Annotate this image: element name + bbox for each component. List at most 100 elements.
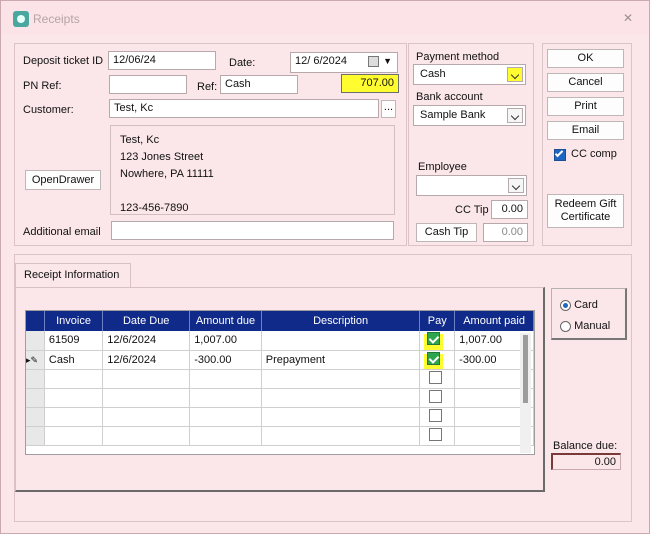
open-drawer-button[interactable]: OpenDrawer [25, 170, 101, 190]
amount-due-cell[interactable] [189, 426, 262, 446]
invoice-cell[interactable] [44, 426, 104, 446]
cc-comp-label: CC comp [571, 148, 617, 160]
row-indicator [26, 388, 45, 408]
pay-checkbox[interactable] [429, 389, 443, 403]
customer-lookup-button[interactable]: ... [381, 100, 396, 118]
address-line: Nowhere, PA 11111 [120, 168, 214, 180]
amount-due-cell[interactable]: -300.00 [189, 350, 262, 370]
payment-method-select[interactable]: Cash [413, 64, 526, 85]
amount-due-cell[interactable] [189, 369, 262, 389]
description-cell[interactable] [261, 369, 421, 389]
chevron-down-icon[interactable]: ▼ [383, 56, 392, 66]
edit-pencil-icon: ▸✎ [26, 354, 39, 365]
pay-cell[interactable] [419, 369, 456, 389]
table-row[interactable]: 61509 12/6/2024 1,007.00 1,007.00 [26, 331, 534, 351]
deposit-ticket-input[interactable]: 12/06/24 [108, 51, 216, 70]
date-due-cell[interactable]: 12/6/2024 [102, 331, 191, 351]
calendar-icon[interactable] [368, 56, 379, 67]
cc-tip-input[interactable]: 0.00 [491, 200, 528, 219]
pay-cell[interactable] [419, 426, 456, 446]
ok-button[interactable]: OK [547, 49, 624, 68]
vertical-scrollbar[interactable] [520, 333, 531, 453]
column-header[interactable]: Pay [419, 311, 456, 331]
date-due-cell[interactable] [102, 388, 191, 408]
description-cell[interactable] [261, 407, 421, 427]
amount-due-cell[interactable]: 1,007.00 [189, 331, 262, 351]
date-due-cell[interactable]: 12/6/2024 [102, 350, 191, 370]
invoice-cell[interactable]: 61509 [44, 331, 104, 351]
employee-select[interactable] [416, 175, 527, 196]
print-button[interactable]: Print [547, 97, 624, 116]
cancel-button[interactable]: Cancel [547, 73, 624, 92]
row-indicator: ▸✎ [26, 350, 45, 370]
description-cell[interactable] [261, 388, 421, 408]
date-due-cell[interactable] [102, 426, 191, 446]
redeem-gift-certificate-button[interactable]: Redeem Gift Certificate [547, 194, 624, 228]
chevron-down-icon[interactable] [507, 108, 523, 123]
amount-due-cell[interactable] [189, 388, 262, 408]
amount-due-cell[interactable] [189, 407, 262, 427]
invoice-cell[interactable] [44, 407, 104, 427]
window-title: Receipts [33, 12, 80, 26]
table-row[interactable] [26, 407, 534, 427]
date-due-cell[interactable] [102, 407, 191, 427]
scrollbar-thumb[interactable] [523, 335, 528, 403]
date-input[interactable]: 12/ 6/2024 ▼ [290, 52, 398, 73]
invoice-cell[interactable]: Cash [44, 350, 104, 370]
pay-checkbox[interactable] [427, 332, 441, 346]
card-radio[interactable] [560, 299, 571, 311]
tab-receipt-information[interactable]: Receipt Information [15, 263, 131, 287]
amount-input[interactable]: 707.00 [341, 74, 399, 93]
customer-input[interactable]: Test, Kc [109, 99, 379, 118]
date-value: 12/ 6/2024 [295, 55, 347, 67]
pay-cell[interactable] [419, 388, 456, 408]
deposit-ticket-label: Deposit ticket ID [23, 55, 104, 67]
date-due-cell[interactable] [102, 369, 191, 389]
address-line [120, 183, 385, 200]
pay-checkbox[interactable] [427, 351, 441, 365]
manual-radio-label: Manual [574, 320, 611, 332]
payment-method-label: Payment method [416, 51, 500, 63]
close-icon[interactable]: ✕ [623, 11, 633, 25]
table-row[interactable] [26, 426, 534, 446]
additional-email-input[interactable] [111, 221, 394, 240]
table-header: Invoice Date Due Amount due Description … [26, 311, 534, 331]
description-cell[interactable] [261, 331, 421, 351]
pay-checkbox[interactable] [429, 370, 443, 384]
bank-account-select[interactable]: Sample Bank [413, 105, 526, 126]
chevron-down-icon[interactable] [508, 178, 524, 193]
cash-tip-button[interactable]: Cash Tip [416, 223, 477, 242]
column-header[interactable]: Description [261, 311, 421, 331]
pay-checkbox[interactable] [429, 427, 443, 441]
manual-radio-option[interactable]: Manual [560, 320, 610, 332]
row-indicator [26, 426, 45, 446]
manual-radio[interactable] [560, 320, 571, 332]
table-row[interactable]: ▸✎ Cash 12/6/2024 -300.00 Prepayment -30… [26, 350, 534, 370]
table-row[interactable] [26, 388, 534, 408]
pay-checkbox[interactable] [429, 408, 443, 422]
pay-cell[interactable] [419, 350, 456, 370]
column-header[interactable]: Amount paid [454, 311, 534, 331]
column-header[interactable]: Date Due [102, 311, 191, 331]
email-button[interactable]: Email [547, 121, 624, 140]
card-radio-option[interactable]: Card [560, 299, 598, 311]
chevron-down-icon[interactable] [507, 67, 523, 82]
column-header[interactable]: Amount due [189, 311, 262, 331]
cc-tip-label: CC Tip [455, 204, 489, 216]
card-radio-label: Card [574, 299, 598, 311]
row-indicator [26, 331, 45, 351]
description-cell[interactable] [261, 426, 421, 446]
ref-input[interactable]: Cash [220, 75, 298, 94]
invoice-cell[interactable] [44, 388, 104, 408]
pn-ref-input[interactable] [109, 75, 187, 94]
pay-cell[interactable] [419, 407, 456, 427]
address-line: 123-456-7890 [120, 202, 189, 214]
pn-ref-label: PN Ref: [23, 80, 62, 92]
receipts-window: Receipts ✕ Deposit ticket ID 12/06/24 Da… [0, 0, 650, 534]
description-cell[interactable]: Prepayment [261, 350, 421, 370]
table-row[interactable] [26, 369, 534, 389]
pay-cell[interactable] [419, 331, 456, 351]
column-header[interactable]: Invoice [44, 311, 104, 331]
invoice-cell[interactable] [44, 369, 104, 389]
payment-method-value: Cash [420, 68, 446, 80]
